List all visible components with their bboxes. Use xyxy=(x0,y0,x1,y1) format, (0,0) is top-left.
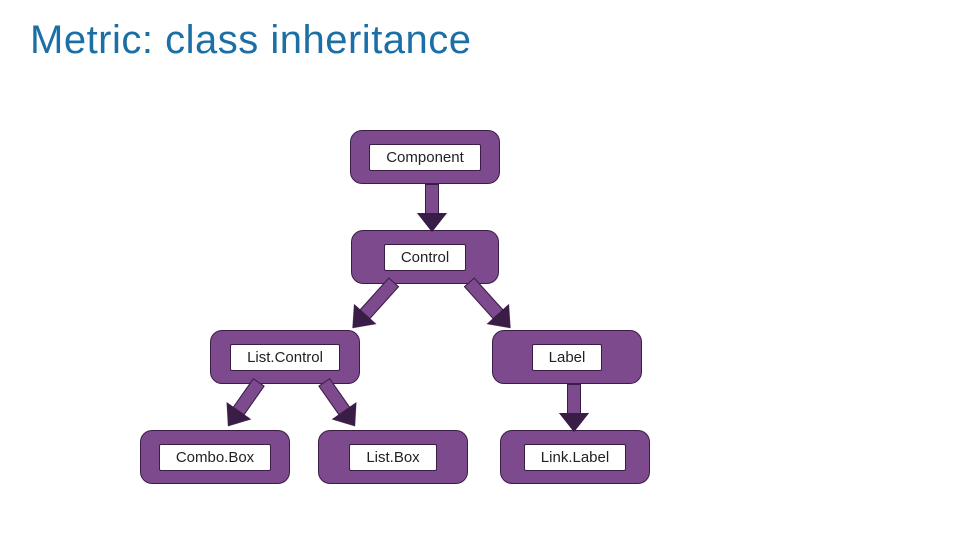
node-listcontrol-label: List.Control xyxy=(230,344,340,371)
arrow-icon xyxy=(418,184,446,232)
node-linklabel-label: Link.Label xyxy=(524,444,626,471)
node-combobox-label: Combo.Box xyxy=(159,444,271,471)
arrow-icon xyxy=(342,273,404,338)
node-linklabel: Link.Label xyxy=(500,430,650,484)
node-listbox-label: List.Box xyxy=(349,444,436,471)
slide-title: Metric: class inheritance xyxy=(30,18,472,63)
arrow-icon xyxy=(313,374,367,434)
node-control-label: Control xyxy=(384,244,466,271)
node-label: Label xyxy=(492,330,642,384)
node-listbox: List.Box xyxy=(318,430,468,484)
node-component-label: Component xyxy=(369,144,481,171)
arrow-icon xyxy=(560,384,588,432)
node-component: Component xyxy=(350,130,500,184)
node-combobox: Combo.Box xyxy=(140,430,290,484)
node-label-label: Label xyxy=(532,344,603,371)
